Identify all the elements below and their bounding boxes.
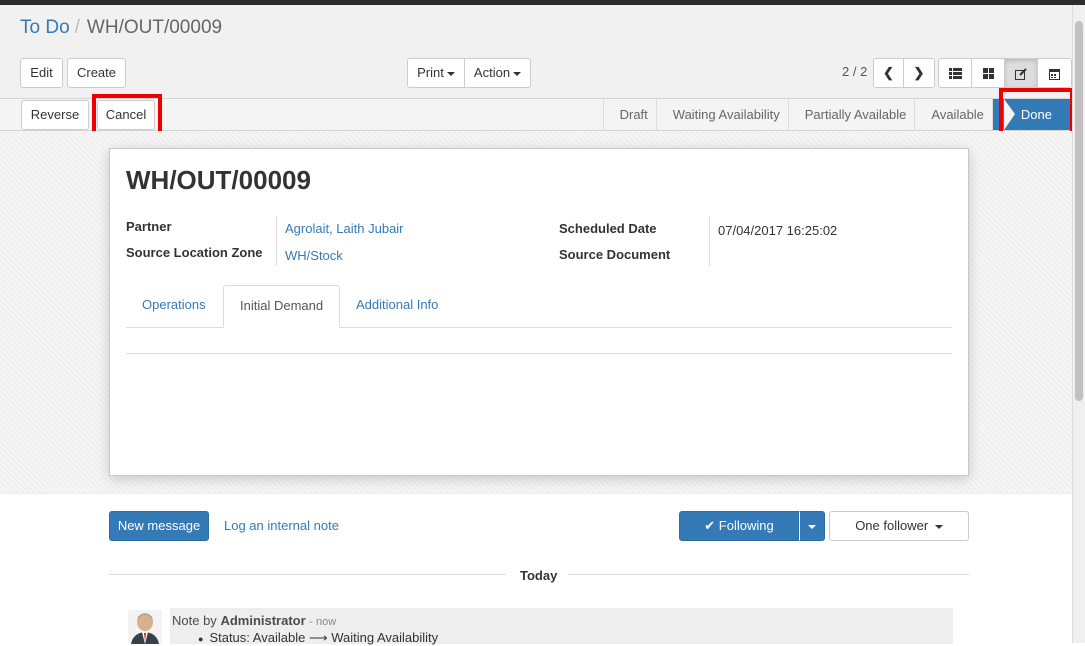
message-author[interactable]: Administrator [220, 613, 305, 628]
following-dropdown[interactable] [799, 511, 825, 541]
source-location-label: Source Location Zone [126, 245, 263, 260]
message-time: - now [309, 616, 337, 628]
field-divider [276, 216, 277, 266]
partner-value[interactable]: Agrolait, Laith Jubair [285, 221, 404, 236]
edit-button[interactable]: Edit [20, 58, 63, 88]
record-title: WH/OUT/00009 [126, 165, 311, 195]
tab-initial-demand[interactable]: Initial Demand [223, 285, 341, 328]
breadcrumb-current: WH/OUT/00009 [86, 17, 223, 38]
state-draft[interactable]: Draft [602, 99, 656, 130]
calendar-icon[interactable] [1038, 59, 1071, 87]
breadcrumb-separator: / [74, 17, 80, 38]
action-dropdown[interactable]: Action [465, 59, 530, 87]
partner-label: Partner [126, 219, 172, 234]
date-separator-line [568, 574, 969, 575]
list-icon[interactable] [939, 59, 972, 87]
caret-down-icon [446, 71, 455, 76]
log-note-link[interactable]: Log an internal note [224, 518, 339, 533]
message-prefix: Note by [172, 613, 217, 628]
chevron-left-icon[interactable]: ❮ [874, 59, 904, 87]
sidebar-button-group: Print Action [407, 58, 531, 88]
pager-buttons: ❮ ❯ [873, 58, 935, 88]
tab-content-divider [126, 353, 952, 354]
action-label: Action [473, 65, 511, 80]
pager-value: 2 / 2 [842, 64, 868, 79]
chevron-right-icon[interactable]: ❯ [904, 59, 934, 87]
kanban-icon[interactable] [972, 59, 1005, 87]
breadcrumb-parent-link[interactable]: To Do [20, 17, 70, 38]
followers-button[interactable]: One follower [829, 511, 969, 541]
scheduled-date-value: 07/04/2017 16:25:02 [718, 223, 838, 238]
caret-down-icon [513, 71, 522, 76]
caret-down-icon [808, 524, 816, 529]
notebook-tabs: Operations Initial Demand Additional Inf… [126, 285, 952, 328]
field-divider [709, 216, 710, 266]
following-label: Following [718, 518, 774, 533]
form-sheet: WH/OUT/00009 Partner Agrolait, Laith Jub… [109, 148, 969, 476]
chatter: New message Log an internal note ✔ Follo… [0, 493, 1072, 645]
date-separator-line [109, 574, 506, 575]
scheduled-date-label: Scheduled Date [559, 221, 657, 236]
state-available[interactable]: Available [914, 99, 992, 130]
control-panel: To Do / WH/OUT/00009 Edit Create Print Act… [0, 5, 1085, 98]
tab-additional-info[interactable]: Additional Info [340, 285, 454, 325]
print-label: Print [417, 65, 444, 80]
breadcrumb: To Do / WH/OUT/00009 [20, 17, 222, 39]
followers-label: One follower [855, 518, 929, 533]
new-message-button[interactable]: New message [109, 511, 209, 541]
caret-down-icon [934, 524, 943, 529]
done-highlight-box [999, 88, 1074, 136]
form-icon[interactable] [1005, 59, 1038, 87]
create-button[interactable]: Create [67, 58, 126, 88]
message-note: Note by Administrator - now ● Status: Ava… [170, 608, 953, 645]
source-location-value[interactable]: WH/Stock [285, 248, 343, 263]
tab-operations[interactable]: Operations [126, 285, 222, 325]
reverse-button[interactable]: Reverse [21, 100, 89, 130]
print-dropdown[interactable]: Print [408, 59, 465, 87]
date-separator: Today [520, 568, 558, 583]
source-document-label: Source Document [559, 247, 671, 262]
following-button-group: ✔ Following [679, 511, 825, 541]
avatar [128, 610, 162, 644]
check-icon: ✔ [704, 518, 716, 533]
view-switcher [938, 58, 1072, 88]
following-button[interactable]: ✔ Following [679, 511, 799, 541]
state-waiting-availability[interactable]: Waiting Availability [655, 99, 788, 130]
scrollbar[interactable] [1072, 5, 1085, 643]
state-partially-available[interactable]: Partially Available [787, 99, 915, 130]
scrollbar-thumb[interactable] [1075, 21, 1083, 401]
